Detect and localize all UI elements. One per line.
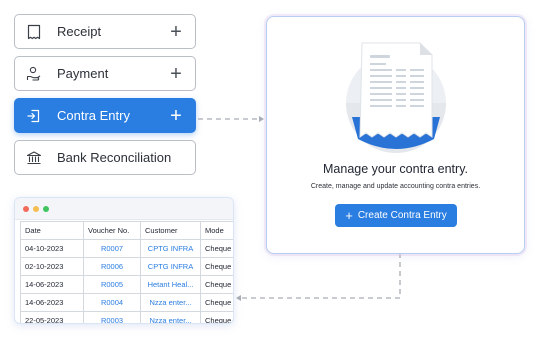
table-row[interactable]: 14-06-2023 R0004 Nzza enter... Cheque (20, 293, 233, 312)
cell-mode: Cheque (200, 239, 233, 258)
table-row[interactable]: 02-10-2023 R0006 CPTG INFRA Cheque (20, 257, 233, 276)
add-payment-button[interactable]: + (163, 64, 189, 84)
contra-entry-icon (25, 107, 43, 125)
menu-item-label: Bank Reconciliation (57, 150, 172, 165)
create-contra-entry-button[interactable]: + Create Contra Entry (335, 204, 457, 227)
menu-item-contra-entry[interactable]: Contra Entry + (14, 98, 196, 133)
window-titlebar (15, 198, 233, 220)
menu-item-label: Receipt (57, 24, 102, 39)
cell-customer-link[interactable]: Nzza enter... (140, 311, 201, 323)
empty-state-title: Manage your contra entry. (323, 162, 468, 176)
empty-state-subtitle: Create, manage and update accounting con… (310, 183, 481, 190)
column-header-voucher-no[interactable]: Voucher No. (83, 221, 141, 240)
column-header-date[interactable]: Date (20, 221, 84, 240)
menu-item-label: Contra Entry (57, 108, 130, 123)
cell-date: 14-06-2023 (20, 275, 84, 294)
menu-item-label: Payment (57, 66, 109, 81)
cell-voucher-link[interactable]: R0006 (83, 257, 141, 276)
cell-voucher-link[interactable]: R0003 (83, 311, 141, 323)
cell-mode: Cheque (200, 293, 233, 312)
receipt-icon (25, 23, 43, 41)
table-header-row: Date Voucher No. Customer Mode (20, 221, 233, 240)
plus-icon: + (345, 208, 353, 223)
document-list-illustration (346, 42, 446, 153)
table-row[interactable]: 14-06-2023 R0005 Hetant Heal... Cheque (20, 275, 233, 294)
bank-icon (25, 149, 43, 167)
cell-voucher-link[interactable]: R0007 (83, 239, 141, 258)
cell-voucher-link[interactable]: R0004 (83, 293, 141, 312)
create-contra-entry-label: Create Contra Entry (357, 210, 447, 221)
menu-item-payment[interactable]: Payment + (14, 56, 196, 91)
cell-mode: Cheque (200, 311, 233, 323)
table-row[interactable]: 22-05-2023 R0003 Nzza enter... Cheque (20, 311, 233, 323)
cell-customer-link[interactable]: Hetant Heal... (140, 275, 201, 294)
menu-item-bank-reconciliation[interactable]: Bank Reconciliation (14, 140, 196, 175)
cell-voucher-link[interactable]: R0005 (83, 275, 141, 294)
cell-customer-link[interactable]: CPTG INFRA (140, 239, 201, 258)
close-window-dot[interactable] (23, 205, 29, 212)
contra-entry-table: Date Voucher No. Customer Mode 04-10-202… (20, 221, 233, 323)
table-row[interactable]: 04-10-2023 R0007 CPTG INFRA Cheque (20, 239, 233, 258)
menu-item-receipt[interactable]: Receipt + (14, 14, 196, 49)
cell-customer-link[interactable]: CPTG INFRA (140, 257, 201, 276)
cell-mode: Cheque (200, 257, 233, 276)
column-header-mode[interactable]: Mode (200, 221, 233, 240)
cell-mode: Cheque (200, 275, 233, 294)
cell-date: 04-10-2023 (20, 239, 84, 258)
cell-date: 14-06-2023 (20, 293, 84, 312)
add-receipt-button[interactable]: + (163, 22, 189, 42)
cell-customer-link[interactable]: Nzza enter... (140, 293, 201, 312)
column-header-customer[interactable]: Customer (140, 221, 201, 240)
cell-date: 22-05-2023 (20, 311, 84, 323)
add-contra-entry-button[interactable]: + (163, 106, 189, 126)
maximize-window-dot[interactable] (43, 205, 49, 212)
contra-entry-table-window: Date Voucher No. Customer Mode 04-10-202… (14, 197, 234, 324)
contra-entry-empty-state-card: Manage your contra entry. Create, manage… (266, 16, 525, 254)
minimize-window-dot[interactable] (33, 205, 39, 212)
cell-date: 02-10-2023 (20, 257, 84, 276)
payment-hand-icon (25, 65, 43, 83)
